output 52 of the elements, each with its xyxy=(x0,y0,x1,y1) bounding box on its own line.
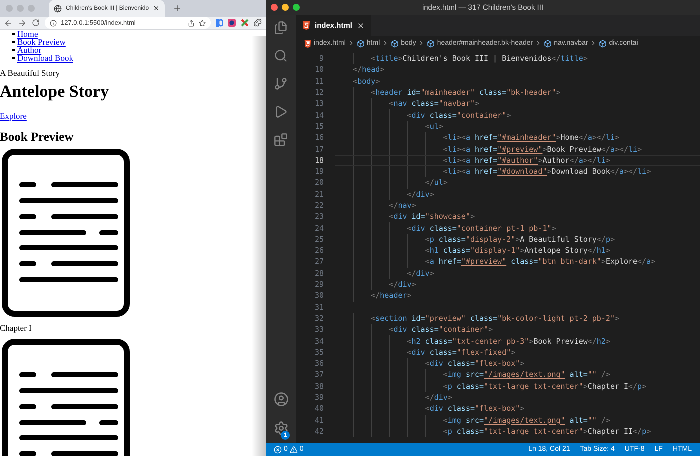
element-icon xyxy=(544,40,552,48)
bullet-icon xyxy=(12,40,14,44)
settings-icon[interactable] xyxy=(274,421,288,436)
chevron-icon xyxy=(382,40,390,47)
element-icon xyxy=(427,40,436,48)
document-lines-icon xyxy=(2,149,130,317)
close-icon[interactable] xyxy=(356,22,365,30)
info-icon xyxy=(50,20,57,26)
nav-link[interactable]: Author xyxy=(18,46,42,54)
html5-icon xyxy=(304,40,312,48)
element-icon xyxy=(391,40,400,48)
extension-icon[interactable] xyxy=(228,19,236,27)
tagline: A Beautiful Story xyxy=(0,68,61,78)
chapter-caption: Chapter I xyxy=(0,323,33,333)
extensions-icon[interactable] xyxy=(274,133,288,147)
error-icon xyxy=(274,446,282,454)
element-icon xyxy=(599,40,608,48)
minimize-window-button[interactable] xyxy=(282,4,289,11)
bullet-icon xyxy=(12,48,14,52)
explorer-icon[interactable] xyxy=(274,21,288,35)
maximize-window-button[interactable] xyxy=(293,4,300,11)
extension-icon[interactable] xyxy=(216,19,223,27)
bookmark-star-icon[interactable] xyxy=(199,20,206,26)
chevron-icon xyxy=(535,40,542,47)
share-icon[interactable] xyxy=(188,20,195,26)
chevron-icon xyxy=(348,40,355,47)
html5-icon xyxy=(302,21,311,30)
chevron-icon xyxy=(590,40,598,47)
nav-link[interactable]: Home xyxy=(18,30,38,38)
section-heading: Book Preview xyxy=(0,130,75,145)
forward-icon[interactable] xyxy=(18,18,27,28)
warning-icon xyxy=(290,446,298,454)
chevron-icon xyxy=(418,40,426,47)
back-icon[interactable] xyxy=(4,18,13,28)
nav-link[interactable]: Book Preview xyxy=(18,38,66,46)
puzzle-icon[interactable] xyxy=(254,19,262,27)
run-icon[interactable] xyxy=(274,105,288,119)
new-tab-icon[interactable] xyxy=(173,4,182,13)
element-icon xyxy=(356,40,365,48)
reload-icon[interactable] xyxy=(32,19,40,27)
page-heading: Antelope Story xyxy=(0,82,110,102)
nav-link[interactable]: Download Book xyxy=(18,54,74,62)
extension-icon[interactable] xyxy=(241,19,249,27)
explore-link[interactable]: Explore xyxy=(0,111,27,121)
close-window-button[interactable] xyxy=(271,4,278,11)
globe-icon xyxy=(54,4,62,12)
source-control-icon[interactable] xyxy=(274,77,288,91)
bullet-icon xyxy=(12,32,14,36)
close-icon[interactable] xyxy=(153,5,160,12)
search-icon[interactable] xyxy=(274,49,288,63)
bullet-icon xyxy=(12,56,14,60)
account-icon[interactable] xyxy=(274,392,288,407)
